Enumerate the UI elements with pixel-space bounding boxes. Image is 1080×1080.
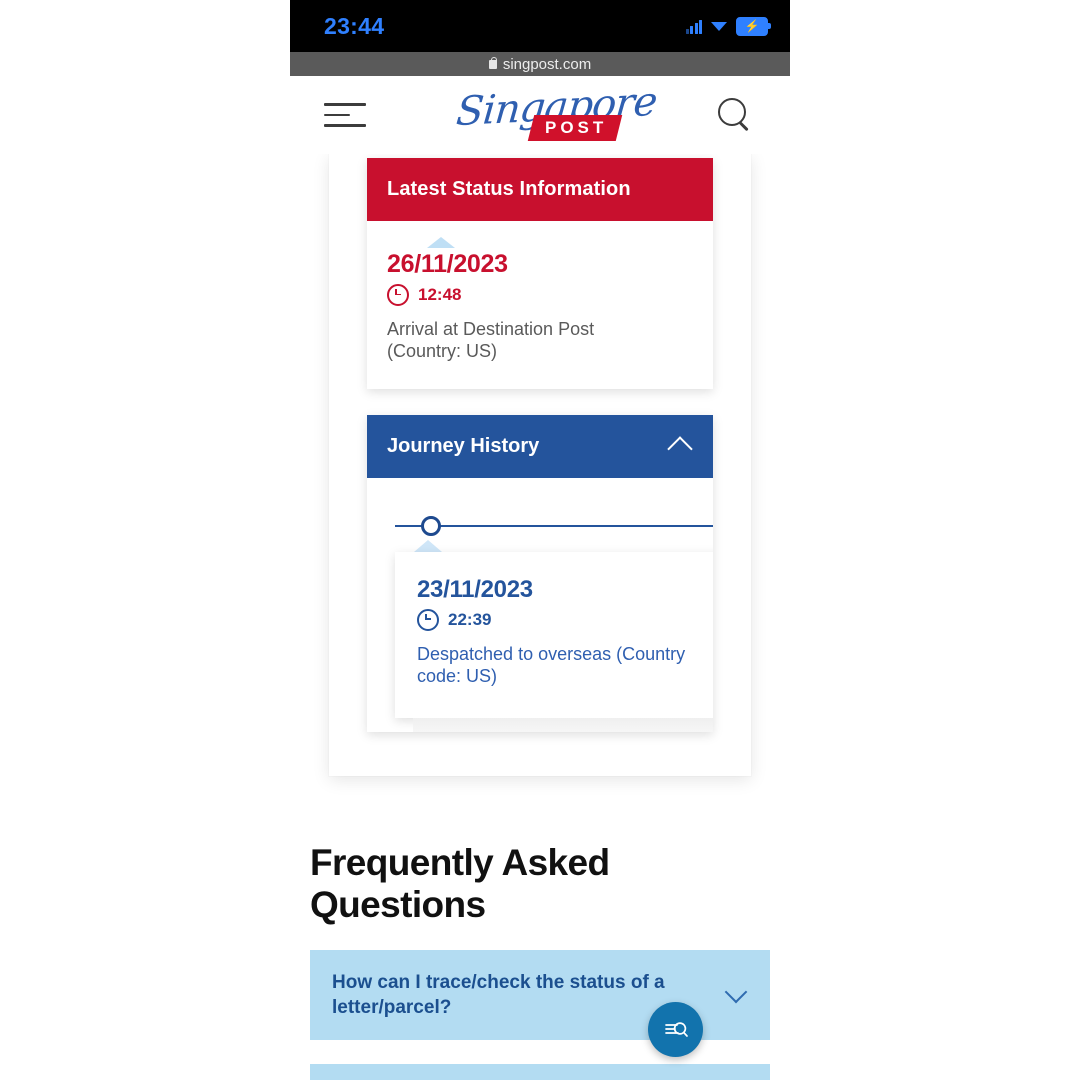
search-icon[interactable] — [714, 95, 754, 135]
tracking-panel: Latest Status Information 26/11/2023 12:… — [329, 154, 751, 776]
latest-status-description: Arrival at Destination Post (Country: US… — [387, 319, 595, 361]
journey-history-card: Journey History 23/11/2023 22:39 Despatc… — [367, 414, 713, 732]
journey-timeline[interactable] — [395, 514, 713, 540]
chevron-down-icon[interactable] — [724, 980, 748, 1004]
faq-item[interactable]: Can I track my item if I do not have tra… — [310, 1064, 770, 1080]
logo-post-badge: POST — [527, 115, 623, 141]
journey-entry: 23/11/2023 22:39 Despatched to overseas … — [395, 539, 713, 732]
signal-icon — [685, 19, 702, 34]
singapore-post-logo[interactable]: Singapore POST — [454, 79, 659, 143]
lock-icon — [488, 56, 497, 69]
clock-icon — [387, 284, 409, 306]
hamburger-menu-icon[interactable] — [324, 95, 366, 135]
site-header: Singapore POST — [290, 76, 790, 154]
tracking-panel-inner: Latest Status Information 26/11/2023 12:… — [367, 154, 713, 732]
chevron-up-icon[interactable] — [667, 436, 693, 462]
faq-section: Frequently Asked Questions How can I tra… — [290, 842, 790, 1080]
url-text: singpost.com — [502, 55, 592, 73]
journey-entry-description: Despatched to overseas (Country code: US… — [417, 643, 686, 686]
journey-entry-shadow — [413, 717, 713, 732]
search-icon-handle — [739, 121, 749, 131]
wifi-icon — [711, 21, 727, 31]
track-search-icon — [664, 1021, 688, 1037]
timeline-track — [395, 524, 713, 527]
faq-question: How can I trace/check the status of a le… — [332, 972, 665, 1019]
journey-entry-date: 23/11/2023 — [417, 575, 533, 603]
journey-entry-time: 22:39 — [448, 609, 492, 629]
battery-charging-icon: ⚡ — [736, 16, 771, 36]
logo-post-text: POST — [544, 118, 607, 137]
latest-status-header: Latest Status Information — [367, 158, 713, 221]
journey-entry-time-row: 22:39 — [417, 608, 703, 631]
clock-icon — [417, 608, 439, 631]
browser-url-bar[interactable]: singpost.com — [290, 52, 790, 76]
journey-history-header[interactable]: Journey History — [367, 414, 713, 478]
phone-viewport: 23:44 ⚡ singpost.com Singapore POST Late — [290, 0, 790, 1080]
latest-status-body: 26/11/2023 12:48 Arrival at Destination … — [367, 221, 713, 389]
status-bar-clock: 23:44 — [324, 12, 385, 39]
caret-up-icon — [427, 237, 455, 248]
latest-status-time: 12:48 — [418, 285, 462, 304]
caret-up-icon — [414, 539, 442, 552]
status-bar: 23:44 ⚡ — [290, 0, 790, 52]
latest-status-time-row: 12:48 — [387, 284, 693, 306]
timeline-marker[interactable] — [421, 515, 441, 536]
journey-entry-card: 23/11/2023 22:39 Despatched to overseas … — [395, 551, 713, 718]
status-bar-icons: ⚡ — [685, 16, 771, 36]
latest-status-date: 26/11/2023 — [387, 250, 508, 278]
faq-title: Frequently Asked Questions — [310, 841, 610, 925]
latest-status-card: Latest Status Information 26/11/2023 12:… — [367, 158, 713, 389]
journey-history-body: 23/11/2023 22:39 Despatched to overseas … — [367, 478, 713, 732]
journey-history-title: Journey History — [387, 434, 540, 457]
track-search-fab[interactable] — [648, 1002, 703, 1057]
